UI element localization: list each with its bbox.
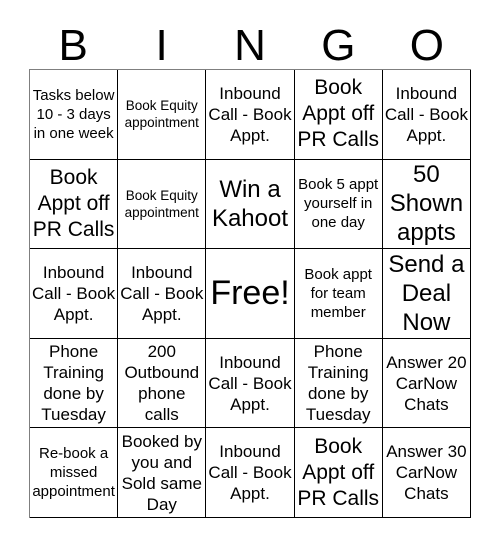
bingo-cell-r2c4[interactable]: Book 5 appt yourself in one day bbox=[294, 159, 383, 250]
bingo-cell-r2c1[interactable]: Book Appt off PR Calls bbox=[30, 159, 119, 250]
bingo-cell-r4c2[interactable]: 200 Outbound phone calls bbox=[118, 338, 207, 429]
bingo-grid: Tasks below 10 - 3 days in one week Book … bbox=[29, 69, 471, 518]
bingo-cell-label: Inbound Call - Book Appt. bbox=[208, 352, 292, 414]
bingo-cell-label: Book Appt off PR Calls bbox=[32, 165, 115, 241]
bingo-cell-label: 50 Shown appts bbox=[389, 161, 464, 247]
header-letter-o: O bbox=[409, 21, 444, 70]
bingo-cell-label: Tasks below 10 - 3 days in one week bbox=[32, 86, 115, 142]
bingo-cell-label: Inbound Call - Book Appt. bbox=[208, 83, 292, 145]
bingo-cell-r1c4[interactable]: Book Appt off PR Calls bbox=[294, 70, 383, 160]
bingo-cell-label: Answer 30 CarNow Chats bbox=[386, 442, 467, 504]
bingo-cell-label: Book Equity appointment bbox=[124, 187, 199, 220]
header-letter-n: N bbox=[234, 21, 266, 70]
bingo-cell-r3c2[interactable]: Inbound Call - Book Appt. bbox=[118, 249, 207, 339]
bingo-cell-label: Phone Training done by Tuesday bbox=[41, 342, 106, 425]
bingo-cell-label: Free! bbox=[210, 274, 290, 313]
bingo-cell-r2c3[interactable]: Win a Kahoot bbox=[206, 159, 295, 250]
bingo-cell-r3c1[interactable]: Inbound Call - Book Appt. bbox=[30, 249, 119, 339]
bingo-cell-label: Book 5 appt yourself in one day bbox=[298, 176, 379, 232]
bingo-card: B I N G O Tasks below 10 - 3 days in one… bbox=[0, 0, 500, 544]
bingo-cell-label: Inbound Call - Book Appt. bbox=[208, 442, 292, 504]
bingo-cell-r1c3[interactable]: Inbound Call - Book Appt. bbox=[206, 70, 295, 160]
bingo-cell-r2c5[interactable]: 50 Shown appts bbox=[382, 159, 471, 250]
header-letter-b: B bbox=[58, 21, 88, 70]
bingo-cell-label: Book Appt off PR Calls bbox=[297, 434, 380, 510]
bingo-cell-r1c5[interactable]: Inbound Call - Book Appt. bbox=[382, 70, 471, 160]
bingo-cell-label: Inbound Call - Book Appt. bbox=[32, 262, 116, 324]
bingo-cell-label: Answer 20 CarNow Chats bbox=[386, 352, 467, 414]
bingo-cell-label: Book Equity appointment bbox=[124, 98, 199, 131]
bingo-cell-r5c5[interactable]: Answer 30 CarNow Chats bbox=[382, 428, 471, 518]
bingo-cell-r4c5[interactable]: Answer 20 CarNow Chats bbox=[382, 338, 471, 429]
bingo-cell-label: Inbound Call - Book Appt. bbox=[384, 83, 468, 145]
bingo-cell-label: Booked by you and Sold same Day bbox=[121, 431, 202, 514]
bingo-cell-r1c1[interactable]: Tasks below 10 - 3 days in one week bbox=[30, 70, 119, 160]
bingo-cell-r4c3[interactable]: Inbound Call - Book Appt. bbox=[206, 338, 295, 429]
bingo-cell-r5c2[interactable]: Booked by you and Sold same Day bbox=[118, 428, 207, 518]
bingo-cell-r5c3[interactable]: Inbound Call - Book Appt. bbox=[206, 428, 295, 518]
bingo-cell-r3c5[interactable]: Send a Deal Now bbox=[382, 249, 471, 339]
header-letter-g: G bbox=[321, 21, 356, 70]
bingo-cell-label: Book appt for team member bbox=[304, 265, 372, 321]
bingo-cell-r2c2[interactable]: Book Equity appointment bbox=[118, 159, 207, 250]
bingo-cell-label: Re-book a missed appointment bbox=[32, 445, 115, 501]
bingo-cell-label: Phone Training done by Tuesday bbox=[305, 342, 371, 425]
bingo-header: B I N G O bbox=[29, 16, 471, 69]
bingo-cell-label: Win a Kahoot bbox=[211, 175, 289, 232]
bingo-cell-label: Send a Deal Now bbox=[388, 251, 465, 336]
bingo-cell-r4c1[interactable]: Phone Training done by Tuesday bbox=[30, 338, 119, 429]
bingo-cell-label: 200 Outbound phone calls bbox=[124, 342, 200, 425]
header-letter-i: I bbox=[155, 21, 168, 70]
bingo-cell-label: Inbound Call - Book Appt. bbox=[120, 262, 204, 324]
bingo-cell-r1c2[interactable]: Book Equity appointment bbox=[118, 70, 207, 160]
bingo-cell-r3c3[interactable]: Free! bbox=[206, 249, 295, 339]
bingo-cell-r5c1[interactable]: Re-book a missed appointment bbox=[30, 428, 119, 518]
bingo-cell-r3c4[interactable]: Book appt for team member bbox=[294, 249, 383, 339]
bingo-cell-r4c4[interactable]: Phone Training done by Tuesday bbox=[294, 338, 383, 429]
bingo-cell-label: Book Appt off PR Calls bbox=[297, 76, 380, 152]
bingo-cell-r5c4[interactable]: Book Appt off PR Calls bbox=[294, 428, 383, 518]
